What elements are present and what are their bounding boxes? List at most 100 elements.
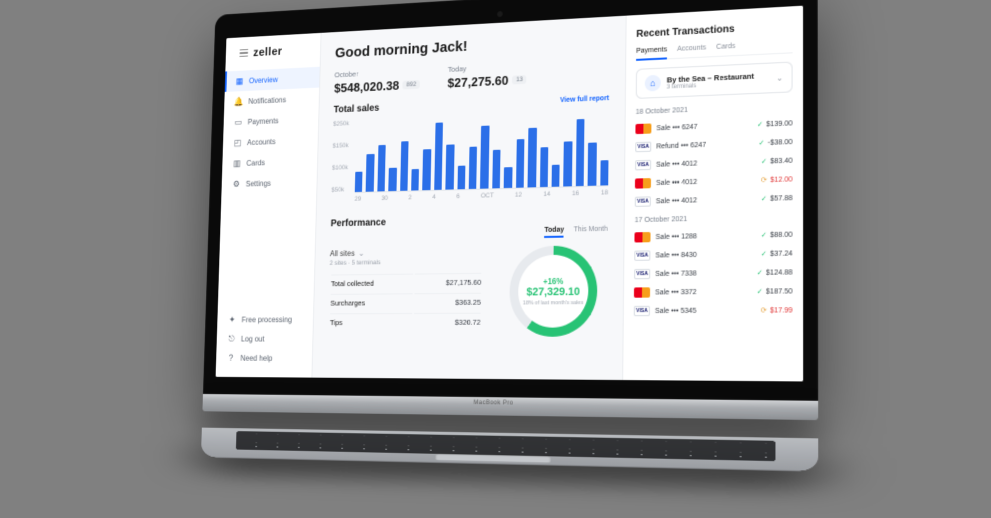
nav-free-processing[interactable]: ✦ Free processing (217, 310, 313, 330)
ring-subtext: 18% of last month's sales (522, 300, 583, 306)
wallet-icon: ◰ (233, 138, 242, 148)
nav-label: Payments (247, 116, 278, 126)
chart-bar[interactable] (365, 154, 373, 192)
chart-bar[interactable] (422, 149, 431, 190)
site-selector[interactable]: All sites ⌄ (329, 247, 483, 258)
summary-october: October $548,020.38 892 (334, 67, 420, 96)
chart-bar[interactable] (468, 146, 477, 189)
chart-bar[interactable] (587, 142, 596, 186)
chart-bar[interactable] (377, 145, 386, 192)
row-value: $320.72 (413, 313, 480, 331)
view-full-report-link[interactable]: View full report (559, 95, 608, 104)
nav-help[interactable]: ? Need help (215, 348, 311, 368)
chevron-down-icon: ⌄ (358, 249, 364, 258)
nav-label: Cards (246, 158, 265, 167)
mastercard-icon (634, 178, 650, 189)
ring-percent: +16% (543, 276, 563, 285)
row-value: $27,175.60 (414, 273, 481, 291)
chart-bar[interactable] (388, 168, 396, 191)
primary-nav: ▦ Overview 🔔 Notifications ▭ Payments (217, 67, 319, 310)
table-row: Tips $320.72 (329, 313, 480, 331)
tab-accounts[interactable]: Accounts (677, 44, 706, 58)
chart-bar[interactable] (457, 166, 465, 190)
card-icon: ▭ (233, 117, 242, 127)
gear-icon: ⚙ (231, 179, 240, 189)
transaction-row[interactable]: VISASale ••• 7338✓$124.88 (634, 263, 792, 283)
progress-ring: +16% $27,329.10 18% of last month's sale… (508, 245, 597, 337)
section-label: Total sales (333, 103, 379, 115)
chart-bar[interactable] (434, 122, 443, 189)
row-label: Tips (329, 313, 411, 331)
transaction-row[interactable]: VISASale ••• 8430✓$37.24 (634, 244, 792, 265)
visa-icon: VISA (635, 142, 651, 153)
performance-ring: +16% $27,329.10 18% of last month's sale… (499, 245, 607, 337)
tab-this-month[interactable]: This Month (573, 226, 607, 238)
chart-bar[interactable] (503, 167, 511, 188)
nav-label: Log out (240, 334, 264, 343)
transaction-amount: $88.00 (770, 231, 793, 239)
store-icon: ⌂ (644, 75, 660, 92)
transaction-amount: -$38.00 (767, 138, 792, 146)
transaction-amount: $124.88 (765, 269, 792, 277)
check-icon: ✓ (760, 250, 766, 258)
chart-bar[interactable] (599, 160, 608, 186)
transaction-desc: Sale ••• 6247 (656, 123, 697, 132)
app-window: zeller ▦ Overview 🔔 Notifications ▭ (215, 6, 803, 382)
chart-bar[interactable] (539, 147, 548, 188)
check-icon: ✓ (758, 139, 764, 147)
tab-payments[interactable]: Payments (636, 46, 667, 61)
sidebar-bottom: ✦ Free processing ⎋ Log out ? Need help (215, 310, 312, 368)
transaction-amount: $187.50 (765, 288, 792, 296)
transaction-row[interactable]: Sale ••• 1288✓$88.00 (634, 225, 792, 246)
check-icon: ✓ (756, 287, 762, 295)
ring-amount: $27,329.10 (526, 285, 580, 298)
chart-bar[interactable] (354, 172, 362, 192)
transaction-row[interactable]: VISASale ••• 5345⟳$17.99 (633, 301, 792, 320)
camera-dot (497, 11, 503, 17)
brand-logo[interactable]: zeller (253, 44, 282, 59)
trackpad (435, 454, 550, 463)
sales-chart[interactable]: $250k$150k$100k$50k 2930246OCT12141618 (331, 110, 609, 207)
nav-label: Settings (245, 179, 270, 188)
laptop-bezel: zeller ▦ Overview 🔔 Notifications ▭ (202, 0, 817, 401)
chart-bar[interactable] (527, 128, 536, 188)
nav-settings[interactable]: ⚙ Settings (221, 171, 317, 195)
summary-row: October $548,020.38 892 Today $27,275.60 (334, 57, 610, 95)
nav-cards[interactable]: ▥ Cards (222, 150, 317, 174)
mastercard-icon (633, 287, 649, 297)
performance-tabs: Today This Month (544, 226, 607, 238)
summary-today: Today $27,275.60 13 (447, 61, 527, 90)
transaction-row[interactable]: Sale ••• 3372✓$187.50 (633, 282, 792, 302)
chart-bar[interactable] (480, 125, 489, 189)
transaction-amount: $139.00 (766, 120, 792, 128)
transaction-amount: $17.99 (769, 307, 792, 314)
chart-bar[interactable] (563, 141, 572, 186)
transaction-amount: $57.88 (770, 194, 792, 202)
chart-bar[interactable] (445, 144, 454, 190)
transaction-desc: Refund ••• 6247 (656, 141, 706, 150)
menu-icon[interactable] (239, 49, 248, 57)
chart-bar[interactable] (551, 164, 559, 187)
transaction-desc: Sale ••• 8430 (655, 251, 696, 259)
chart-bar[interactable] (411, 168, 419, 190)
visa-icon: VISA (634, 196, 650, 207)
mastercard-icon (634, 232, 650, 242)
nav-label: Free processing (241, 315, 292, 324)
clock-icon: ⟳ (760, 176, 766, 184)
row-label: Surcharges (330, 293, 412, 311)
total-sales-header: Total sales View full report (333, 93, 609, 115)
chart-bar[interactable] (575, 118, 584, 186)
site-filter[interactable]: ⌂ By the Sea – Restaurant 3 terminals ⌄ (635, 62, 792, 99)
check-icon: ✓ (760, 195, 766, 203)
row-label: Total collected (330, 274, 412, 292)
tab-today[interactable]: Today (544, 227, 564, 238)
page-title: Good morning Jack! (334, 30, 609, 61)
tab-cards[interactable]: Cards (716, 43, 735, 56)
nav-logout[interactable]: ⎋ Log out (216, 329, 312, 348)
chart-bar[interactable] (492, 150, 501, 189)
chart-bar[interactable] (399, 141, 408, 191)
transaction-row[interactable]: VISASale ••• 4012✓$57.88 (634, 189, 792, 211)
transactions-list: 18 October 2021Sale ••• 6247✓$139.00VISA… (633, 103, 792, 321)
chart-bar[interactable] (515, 139, 524, 188)
nav-label: Need help (240, 353, 272, 362)
